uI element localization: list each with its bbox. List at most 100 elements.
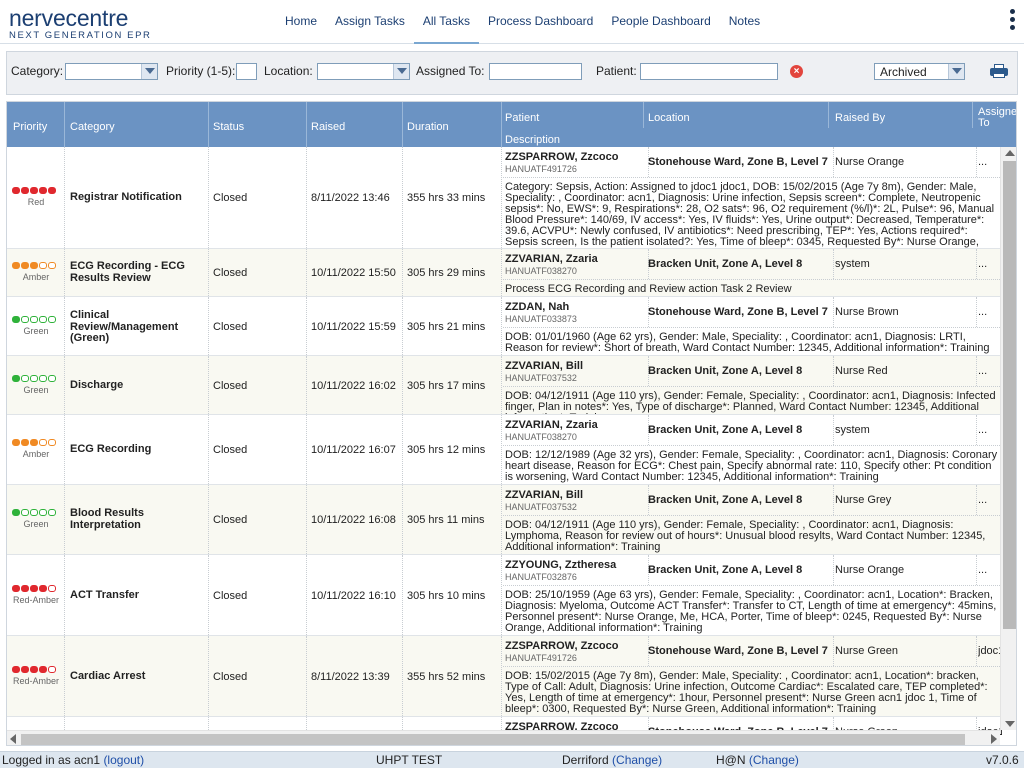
col-status[interactable]: Status: [213, 121, 244, 133]
shift-info: H@N (Change): [716, 753, 799, 767]
nav-assign-tasks[interactable]: Assign Tasks: [326, 0, 414, 44]
priority-input[interactable]: [236, 63, 257, 80]
table-row[interactable]: Amber ECG Recording - ECG Results Review C…: [7, 249, 1002, 297]
col-priority[interactable]: Priority: [13, 121, 47, 133]
table-row[interactable]: Red-Amber Cardiac Arrest Closed 8/11/2022 1…: [7, 636, 1002, 717]
logo-wordmark: nervecentre: [9, 5, 129, 31]
assigned-to-input[interactable]: [489, 63, 582, 80]
task-category[interactable]: Cardiac Arrest: [70, 670, 205, 683]
priority-indicator: [12, 262, 56, 269]
task-category[interactable]: ACT Transfer: [70, 589, 205, 602]
priority-dot: [30, 509, 38, 516]
col-category[interactable]: Category: [70, 121, 115, 133]
assigned-to[interactable]: ...: [978, 424, 1002, 436]
change-shift-link[interactable]: (Change): [749, 753, 799, 767]
table-row[interactable]: Green Blood Results Interpretation Closed 1…: [7, 485, 1002, 555]
col-patient[interactable]: Patient: [505, 112, 539, 124]
category-label: Category:: [11, 64, 64, 78]
scroll-left-icon[interactable]: [10, 734, 16, 744]
assigned-to[interactable]: ...: [978, 156, 1002, 168]
scroll-down-icon[interactable]: [1005, 721, 1015, 727]
horizontal-scroll-thumb[interactable]: [21, 734, 965, 745]
task-description: DOB: 15/02/2015 (Age 7y 8m), Gender: Mal…: [505, 671, 988, 715]
patient-name[interactable]: ZZSPARROW, Zzcoco: [505, 640, 618, 652]
change-site-link[interactable]: (Change): [612, 753, 662, 767]
chevron-down-icon: [393, 64, 409, 79]
task-category[interactable]: ECG Recording - ECG Results Review: [70, 260, 205, 284]
nav-notes[interactable]: Notes: [720, 0, 769, 44]
assigned-to[interactable]: ...: [978, 365, 1002, 377]
assigned-to[interactable]: ...: [978, 258, 1002, 270]
task-category[interactable]: Discharge: [70, 379, 205, 392]
task-raised: 10/11/2022 16:02: [311, 380, 396, 392]
vertical-scrollbar[interactable]: [1000, 147, 1016, 730]
location-select[interactable]: [317, 63, 410, 80]
col-assigned-to[interactable]: Assigned To: [978, 107, 1016, 129]
assigned-to[interactable]: ...: [978, 494, 1002, 506]
task-raised: 10/11/2022 16:08: [311, 514, 396, 526]
priority-dot: [39, 316, 47, 323]
table-row[interactable]: Red Registrar Notification Closed 8/11/2022…: [7, 147, 1002, 249]
priority-dot: [39, 187, 47, 194]
scroll-up-icon[interactable]: [1005, 150, 1015, 156]
archive-select-value: Archived: [880, 65, 927, 79]
priority-dot: [30, 375, 38, 382]
table-header: Priority Category Status Raised Duration…: [7, 102, 1016, 147]
table-row[interactable]: Green Discharge Closed 10/11/2022 16:02 305 …: [7, 356, 1002, 415]
patient-input[interactable]: [640, 63, 778, 80]
raised-by: system: [835, 258, 870, 270]
task-status: Closed: [213, 444, 248, 456]
archive-select[interactable]: Archived: [874, 63, 965, 80]
priority-dot: [21, 666, 29, 673]
nav-people-dashboard[interactable]: People Dashboard: [602, 0, 719, 44]
task-category[interactable]: Clinical Review/Management (Green): [70, 309, 205, 345]
nervecentre-logo[interactable]: nervecentre NEXT GENERATION EPR: [9, 6, 151, 41]
patient-name[interactable]: ZZVARIAN, Bill: [505, 489, 583, 501]
nav-all-tasks[interactable]: All Tasks: [413, 0, 479, 44]
table-row[interactable]: Red-Amber ACT Transfer Closed 10/11/2022 16…: [7, 555, 1002, 636]
priority-dot: [48, 262, 56, 269]
assigned-to[interactable]: ...: [978, 306, 1002, 318]
priority-dot: [12, 375, 20, 382]
nav-process-dashboard[interactable]: Process Dashboard: [479, 0, 602, 44]
vertical-scroll-thumb[interactable]: [1003, 161, 1016, 629]
table-row[interactable]: Green Clinical Review/Management (Green) C…: [7, 297, 1002, 356]
priority-dot: [12, 509, 20, 516]
priority-dot: [21, 439, 29, 446]
priority-dot: [30, 439, 38, 446]
priority-indicator: [12, 316, 56, 323]
col-duration[interactable]: Duration: [407, 121, 449, 133]
task-duration: 355 hrs 52 mins: [407, 671, 486, 683]
col-location[interactable]: Location: [648, 112, 690, 124]
patient-name[interactable]: ZZVARIAN, Zzaria: [505, 419, 598, 431]
task-category[interactable]: Registrar Notification: [70, 191, 205, 204]
task-category[interactable]: ECG Recording: [70, 443, 205, 456]
table-row[interactable]: Amber ECG Recording Closed 10/11/2022 16:07…: [7, 415, 1002, 485]
patient-name[interactable]: ZZYOUNG, Zztheresa: [505, 559, 616, 571]
patient-name[interactable]: ZZDAN, Nah: [505, 301, 569, 313]
patient-id: HANUATF033873: [505, 314, 577, 324]
priority-dot: [21, 509, 29, 516]
patient-name[interactable]: ZZVARIAN, Zzaria: [505, 253, 598, 265]
patient-name[interactable]: ZZSPARROW, Zzcoco: [505, 151, 618, 163]
col-raised[interactable]: Raised: [311, 121, 345, 133]
patient-name[interactable]: ZZVARIAN, Bill: [505, 360, 583, 372]
more-menu-icon[interactable]: [1010, 9, 1016, 35]
assigned-to[interactable]: ...: [978, 564, 1002, 576]
assigned-to[interactable]: jdoc1: [978, 645, 1002, 657]
priority-indicator: [12, 187, 56, 194]
logo-tagline: NEXT GENERATION EPR: [9, 30, 152, 41]
clear-filter-icon[interactable]: ×: [790, 65, 803, 78]
nav-home[interactable]: Home: [276, 0, 326, 44]
col-raised-by[interactable]: Raised By: [835, 112, 885, 124]
task-status: Closed: [213, 321, 248, 333]
scroll-right-icon[interactable]: [991, 734, 997, 744]
task-category[interactable]: Blood Results Interpretation: [70, 507, 205, 531]
print-icon[interactable]: [990, 64, 1008, 78]
patient-location: Bracken Unit, Zone A, Level 8: [648, 258, 803, 270]
patient-id: HANUATF037532: [505, 373, 577, 383]
task-description: Category: Sepsis, Action: Assigned to jd…: [505, 182, 995, 248]
horizontal-scrollbar[interactable]: [7, 730, 1000, 745]
logout-link[interactable]: (logout): [103, 753, 144, 767]
category-select[interactable]: [65, 63, 158, 80]
